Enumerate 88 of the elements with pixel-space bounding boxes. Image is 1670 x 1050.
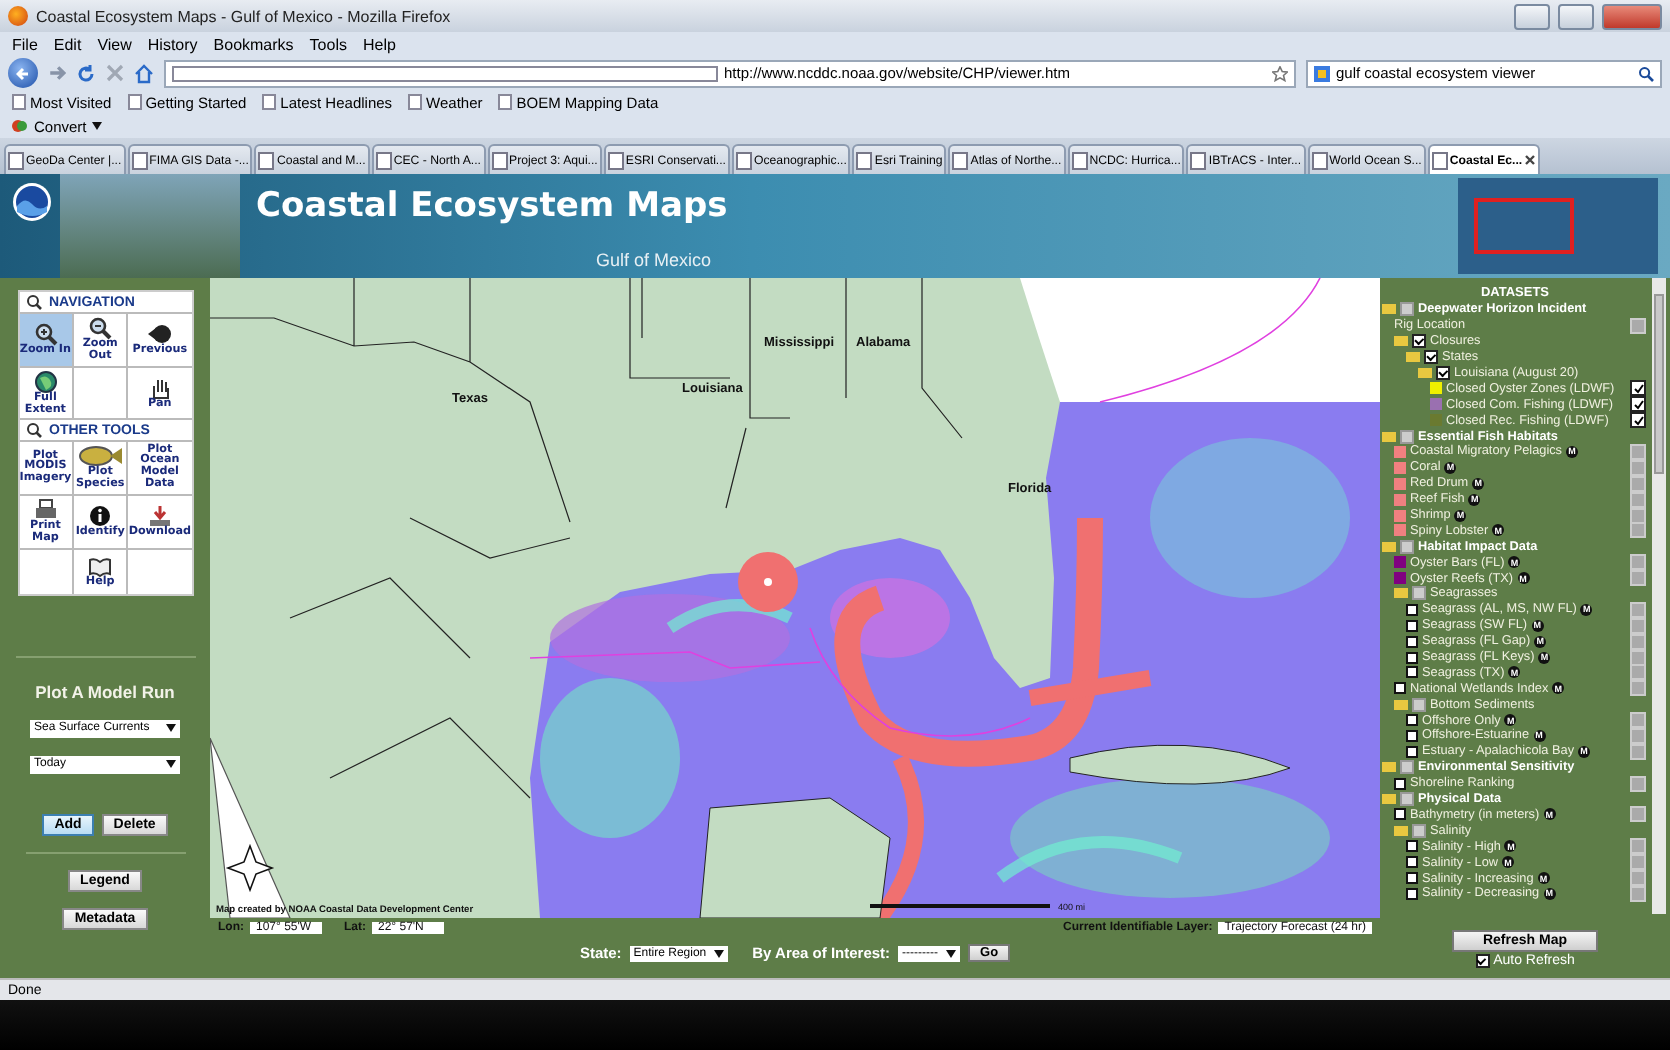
scrollbar[interactable] — [1652, 278, 1666, 914]
checkbox[interactable] — [1412, 823, 1426, 838]
panel-title: Plot A Model Run — [15, 655, 195, 702]
home-icon[interactable] — [134, 63, 154, 83]
layer-checkbox[interactable] — [1406, 872, 1418, 884]
checkbox[interactable] — [1424, 350, 1438, 365]
stop-icon[interactable] — [106, 64, 124, 82]
layer-checkbox[interactable] — [1394, 808, 1406, 821]
menu-item[interactable]: Help — [362, 35, 396, 53]
zoom-in-icon — [33, 321, 58, 346]
search-icon[interactable] — [1638, 65, 1654, 81]
layer-checkbox[interactable] — [1406, 856, 1418, 869]
visibility-checkbox[interactable] — [1630, 380, 1646, 397]
menu-item[interactable]: History — [147, 35, 198, 53]
layer-checkbox[interactable] — [1406, 729, 1418, 742]
page-icon — [127, 94, 142, 110]
layer-checkbox[interactable] — [1406, 666, 1418, 679]
menu-item[interactable]: View — [97, 35, 132, 53]
caret-icon[interactable] — [946, 949, 957, 957]
close-tab-icon[interactable] — [1524, 154, 1537, 166]
download-icon — [147, 504, 172, 529]
forward-icon[interactable] — [48, 64, 66, 82]
layer-checkbox[interactable] — [1406, 651, 1418, 664]
star-icon[interactable] — [1272, 65, 1288, 81]
caret-icon[interactable] — [166, 760, 176, 769]
menu-item[interactable]: File — [12, 35, 38, 53]
printer-icon — [33, 498, 58, 523]
site-title: Coastal Ecosystem Maps — [256, 186, 730, 226]
folder-icon — [1382, 794, 1396, 805]
layer-checkbox[interactable] — [1406, 745, 1418, 758]
site-subtitle: Gulf of Mexico — [596, 250, 714, 270]
close-button[interactable] — [1602, 3, 1662, 29]
section-icon — [25, 294, 41, 310]
checkbox[interactable] — [1412, 334, 1426, 349]
visibility-checkbox[interactable] — [1630, 412, 1646, 429]
folder-icon — [1382, 541, 1396, 552]
visibility-checkbox[interactable] — [1630, 396, 1646, 413]
page-icon — [12, 94, 26, 110]
google-icon — [1314, 65, 1330, 81]
book-icon — [88, 553, 113, 578]
caret-icon[interactable] — [714, 949, 725, 957]
checkbox[interactable] — [1436, 366, 1450, 380]
folder-icon — [1382, 431, 1396, 442]
layer-checkbox[interactable] — [1406, 840, 1418, 853]
back-button[interactable] — [8, 58, 38, 88]
zoom-out-icon — [88, 316, 113, 340]
fish-icon — [78, 444, 123, 469]
checkbox[interactable] — [1400, 539, 1414, 554]
checkbox[interactable] — [1412, 586, 1426, 601]
info-icon — [88, 504, 113, 529]
folder-icon — [1382, 762, 1396, 773]
checkbox[interactable] — [1400, 302, 1414, 317]
window-title: Coastal Ecosystem Maps - Gulf of Mexico - Mozilla Firefox — [36, 7, 453, 25]
globe-icon — [33, 369, 58, 394]
page-icon — [498, 94, 513, 110]
minimize-button[interactable] — [1514, 3, 1550, 29]
checkbox[interactable] — [1400, 792, 1414, 807]
checkbox[interactable] — [1400, 429, 1414, 444]
noaa-logo — [12, 182, 52, 222]
layer-checkbox[interactable] — [1394, 682, 1406, 695]
layer-checkbox[interactable] — [1406, 887, 1418, 900]
folder-icon — [1394, 588, 1408, 599]
caret-icon[interactable] — [92, 122, 103, 130]
checkbox[interactable] — [1400, 760, 1414, 775]
checkbox[interactable] — [1475, 954, 1490, 968]
folder-icon — [1382, 304, 1396, 315]
layer-checkbox[interactable] — [1394, 777, 1406, 790]
page-icon — [262, 94, 277, 110]
convert-icon — [12, 118, 28, 134]
firefox-icon — [8, 6, 28, 26]
folder-icon — [1394, 699, 1408, 710]
layer-checkbox[interactable] — [1406, 619, 1418, 632]
menu-item[interactable]: Bookmarks — [213, 35, 294, 53]
folder-icon — [1394, 825, 1408, 836]
section-icon — [25, 422, 41, 439]
layer-checkbox[interactable] — [1406, 714, 1418, 727]
compass-icon — [225, 843, 275, 893]
layer-checkbox[interactable] — [1406, 603, 1418, 616]
caret-icon[interactable] — [166, 724, 176, 733]
reload-icon[interactable] — [76, 63, 96, 83]
menu-item[interactable]: Edit — [53, 35, 82, 53]
hand-icon — [147, 375, 172, 400]
back-arrow-icon[interactable] — [15, 65, 31, 81]
layer-checkbox[interactable] — [1406, 635, 1418, 648]
checkbox[interactable] — [1412, 697, 1426, 712]
menu-item[interactable]: Tools — [309, 35, 347, 53]
maximize-button[interactable] — [1558, 3, 1594, 29]
page-icon — [408, 94, 423, 110]
